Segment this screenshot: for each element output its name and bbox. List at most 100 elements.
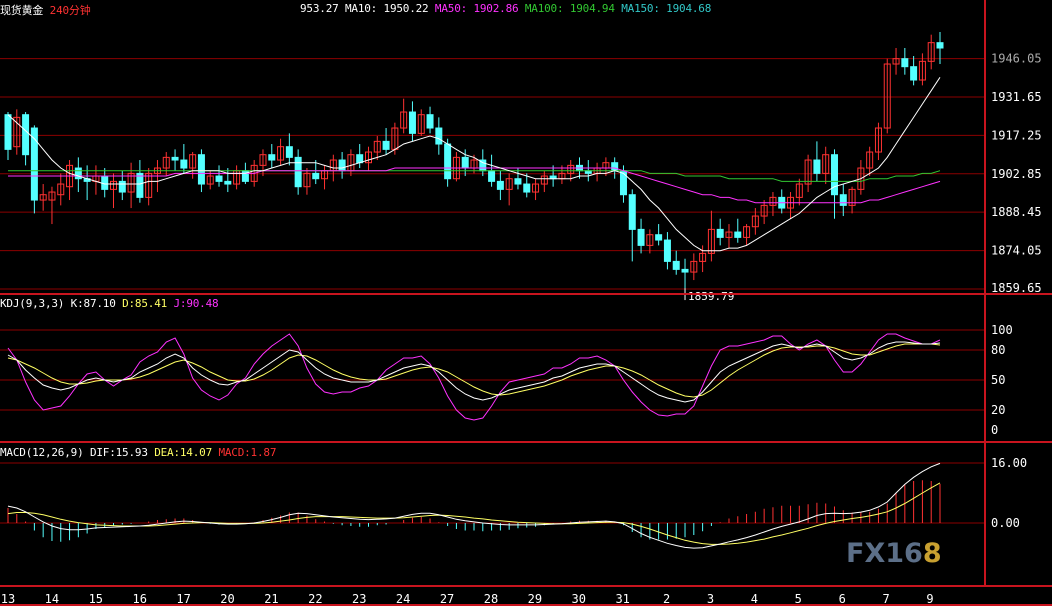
- candle-body-106: [936, 42, 944, 49]
- candle-body-22: [197, 154, 205, 185]
- x-tick-1: 14: [45, 592, 59, 606]
- candle-body-2: [22, 114, 30, 156]
- kdj-tick-4: 0: [991, 423, 998, 437]
- candle-body-76: [672, 260, 680, 270]
- kdj-name: KDJ(9,3,3): [0, 297, 65, 310]
- candle-body-38: [338, 159, 346, 172]
- candle-body-75: [663, 239, 671, 262]
- candle-body-48: [426, 114, 434, 129]
- x-tick-0: 13: [1, 592, 15, 606]
- candle-body-49: [435, 127, 443, 145]
- ma10-value: MA10: 1950.22: [344, 2, 429, 15]
- x-tick-4: 17: [176, 592, 190, 606]
- kdj-pane[interactable]: [7, 333, 941, 421]
- candle-body-74: [655, 234, 663, 241]
- candle-body-81: [716, 228, 724, 238]
- candle-body-15: [136, 172, 144, 198]
- candle-body-69: [611, 162, 619, 172]
- ma150-value: MA150: 1904.68: [621, 2, 712, 15]
- candle-body-56: [496, 180, 504, 190]
- kdj-k-line: [7, 341, 941, 403]
- candle-body-94: [830, 154, 838, 196]
- macd-header: MACD(12,26,9) DIF:15.93 DEA:14.07 MACD:1…: [0, 446, 276, 459]
- x-tick-7: 22: [308, 592, 322, 606]
- candle-body-55: [488, 170, 496, 182]
- candle-body-13: [118, 180, 126, 193]
- x-tick-12: 29: [528, 592, 542, 606]
- candle-body-33: [294, 156, 302, 188]
- candle-body-103: [910, 66, 918, 81]
- kdj-tick-3: 20: [991, 403, 1005, 417]
- candle-body-46: [408, 111, 416, 134]
- price-tick-5: 1859.65: [991, 281, 1042, 295]
- macd-tick-1: 0.00: [991, 516, 1020, 530]
- x-tick-18: 5: [795, 592, 802, 606]
- ma5-value: 953.27: [300, 2, 339, 15]
- x-tick-3: 16: [132, 592, 146, 606]
- price-header: 现货黄金 240分钟: [0, 2, 91, 18]
- macd-dea: DEA:14.07: [154, 446, 212, 459]
- ma50-value: MA50: 1902.86: [434, 2, 519, 15]
- candle-body-70: [619, 170, 627, 196]
- candle-body-50: [444, 143, 452, 180]
- candle-body-19: [171, 156, 179, 161]
- low-price-annotation: 1859.79: [688, 290, 734, 303]
- period-label: 240分钟: [49, 4, 91, 17]
- candle-body-32: [285, 146, 293, 158]
- candle-body-24: [215, 175, 223, 182]
- x-tick-9: 24: [396, 592, 410, 606]
- macd-dif: DIF:15.93: [89, 446, 148, 459]
- symbol-label: 现货黄金: [0, 4, 44, 17]
- x-tick-2: 15: [89, 592, 103, 606]
- candle-body-25: [224, 180, 232, 185]
- x-tick-21: 9: [926, 592, 933, 606]
- candle-body-71: [628, 194, 636, 230]
- x-tick-14: 31: [615, 592, 629, 606]
- candle-body-52: [461, 156, 469, 169]
- macd-dea-line: [7, 482, 941, 545]
- candle-body-30: [268, 154, 276, 161]
- x-tick-15: 2: [663, 592, 670, 606]
- candle-body-58: [514, 178, 522, 185]
- kdj-d-line: [7, 343, 941, 398]
- macd-pane[interactable]: [7, 462, 941, 549]
- candle-body-59: [523, 183, 531, 193]
- candle-body-20: [180, 159, 188, 169]
- macd-value: MACD:1.87: [218, 446, 277, 459]
- x-tick-6: 21: [264, 592, 278, 606]
- candle-body-77: [681, 268, 689, 273]
- price-tick-1: 1917.25: [991, 128, 1042, 142]
- x-tick-5: 20: [220, 592, 234, 606]
- x-tick-10: 27: [440, 592, 454, 606]
- candle-body-72: [637, 228, 645, 246]
- candle-body-0: [4, 114, 12, 150]
- macd-tick-0: 16.00: [991, 456, 1027, 470]
- x-tick-17: 4: [751, 592, 758, 606]
- x-tick-16: 3: [707, 592, 714, 606]
- kdj-tick-2: 50: [991, 373, 1005, 387]
- kdj-tick-1: 80: [991, 343, 1005, 357]
- kdj-header: KDJ(9,3,3) K:87.10 D:85.41 J:90.48: [0, 297, 219, 310]
- price-tick-2: 1902.85: [991, 167, 1042, 181]
- kdj-d: D:85.41: [122, 297, 168, 310]
- candle-body-92: [813, 159, 821, 174]
- candle-body-35: [312, 172, 320, 180]
- candle-body-95: [839, 194, 847, 206]
- candle-body-11: [101, 175, 109, 190]
- price-tick-4: 1874.05: [991, 244, 1042, 258]
- macd-dif-line: [7, 462, 941, 549]
- kdj-k: K:87.10: [70, 297, 116, 310]
- macd-name: MACD(12,26,9): [0, 446, 84, 459]
- x-tick-8: 23: [352, 592, 366, 606]
- price-tick-top: 1946.05: [991, 52, 1042, 66]
- candle-body-43: [382, 140, 390, 150]
- ma-header: 953.27 MA10: 1950.22 MA50: 1902.86 MA100…: [300, 2, 711, 15]
- fx168-watermark: FX168: [846, 538, 942, 569]
- kdj-j: J:90.48: [173, 297, 219, 310]
- x-tick-11: 28: [484, 592, 498, 606]
- price-pane[interactable]: 1859.79: [4, 32, 944, 303]
- x-tick-19: 6: [839, 592, 846, 606]
- price-tick-3: 1888.45: [991, 205, 1042, 219]
- price-tick-0: 1931.65: [991, 90, 1042, 104]
- candle-body-102: [901, 58, 909, 68]
